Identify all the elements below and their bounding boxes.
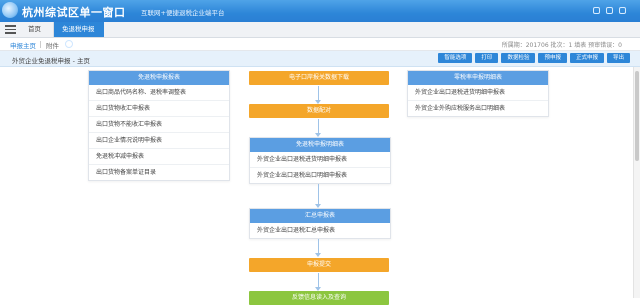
list-item[interactable]: 出口商品代码名称、退税率调整表 (89, 85, 229, 101)
pre-declare-button[interactable]: 预申报 (538, 53, 567, 63)
list-item[interactable]: 出口企业情况说明申报表 (89, 133, 229, 149)
divider (40, 41, 41, 48)
logout-icon[interactable] (619, 7, 626, 14)
card-declaration-forms: 免退税申报报表 出口商品代码名称、退税率调整表 出口货物收汇申报表 出口货物不能… (88, 70, 230, 181)
flow-arrow (315, 184, 321, 208)
sub-tabs: 申报主页 附件 所属期：201706 批次：1 填表 预审错误：0 (0, 38, 640, 51)
list-item[interactable]: 外贸企业外购应税服务出口明细表 (408, 101, 548, 116)
card-title: 免退税申报报表 (89, 71, 229, 85)
toolbar-buttons: 智能选项 打印 数据检验 预申报 正式申报 导出 (438, 53, 630, 63)
logo-icon (2, 2, 18, 18)
list-item[interactable]: 外贸企业出口退税汇总申报表 (250, 223, 390, 238)
list-item[interactable]: 外贸企业出口退税进货明细申报表 (408, 85, 548, 101)
list-item[interactable]: 出口货物备案单证目录 (89, 165, 229, 180)
list-item[interactable]: 出口货物收汇申报表 (89, 101, 229, 117)
formal-declare-button[interactable]: 正式申报 (569, 53, 604, 63)
feedback-query-button[interactable]: 反馈信息读入及查询 (249, 291, 389, 305)
tab-home[interactable]: 首页 (20, 22, 54, 37)
menu-toggle-icon[interactable] (0, 22, 20, 37)
breadcrumb: 外贸企业免退税申报 - 主页 (12, 57, 90, 65)
flow-arrow (315, 273, 321, 291)
scrollbar-thumb[interactable] (635, 71, 639, 161)
export-button[interactable]: 导出 (606, 53, 630, 63)
main-nav: 首页 免退税申报× (0, 22, 640, 48)
app-subtitle: 互联网+便捷退税企业端平台 (141, 9, 225, 17)
subtab-main[interactable]: 申报主页 (10, 40, 36, 50)
tab-active-label: 免退税申报 (62, 25, 95, 33)
flow-arrow (315, 86, 321, 104)
subtab-attachment[interactable]: 附件 (46, 40, 59, 50)
card-zero-rate-forms: 零税率申报明细表 外贸企业出口退税进货明细申报表 外贸企业外购应税服务出口明细表 (407, 70, 549, 117)
print-button[interactable]: 打印 (475, 53, 499, 63)
card-title: 汇总申报表 (250, 209, 390, 223)
flow-canvas: 免退税申报报表 出口商品代码名称、退税率调整表 出口货物收汇申报表 出口货物不能… (0, 67, 640, 305)
data-check-button[interactable]: 数据检验 (501, 53, 536, 63)
list-item[interactable]: 出口货物不能收汇申报表 (89, 117, 229, 133)
smart-option-button[interactable]: 智能选项 (438, 53, 473, 63)
data-matching-button[interactable]: 数据配对 (249, 104, 389, 118)
list-item[interactable]: 外贸企业出口退税进货明细申报表 (250, 152, 390, 168)
period-meta: 所属期：201706 批次：1 填表 预审错误：0 (501, 42, 622, 49)
card-title: 免退税申报明细表 (250, 138, 390, 152)
card-summary-forms: 汇总申报表 外贸企业出口退税汇总申报表 (249, 208, 391, 239)
customs-data-download-button[interactable]: 电子口岸报关数据下载 (249, 71, 389, 85)
card-title: 零税率申报明细表 (408, 71, 548, 85)
vertical-scrollbar[interactable] (633, 67, 640, 298)
tab-tax-declaration[interactable]: 免退税申报× (54, 22, 104, 48)
submit-declaration-button[interactable]: 申报提交 (249, 258, 389, 272)
header-icons (593, 7, 626, 14)
toolbar: 外贸企业免退税申报 - 主页 智能选项 打印 数据检验 预申报 正式申报 导出 (0, 51, 640, 67)
list-item[interactable]: 免退税冲减申报表 (89, 149, 229, 165)
user-icon[interactable] (593, 7, 600, 14)
card-detail-forms: 免退税申报明细表 外贸企业出口退税进货明细申报表 外贸企业出口退税出口明细申报表 (249, 137, 391, 184)
flow-arrow (315, 239, 321, 257)
tab-home-label: 首页 (28, 25, 41, 33)
app-header: 杭州综试区单一窗口 互联网+便捷退税企业端平台 (0, 0, 640, 22)
settings-icon[interactable] (606, 7, 613, 14)
flow-arrow (315, 119, 321, 137)
list-item[interactable]: 外贸企业出口退税出口明细申报表 (250, 168, 390, 183)
app-title: 杭州综试区单一窗口 (22, 6, 126, 19)
